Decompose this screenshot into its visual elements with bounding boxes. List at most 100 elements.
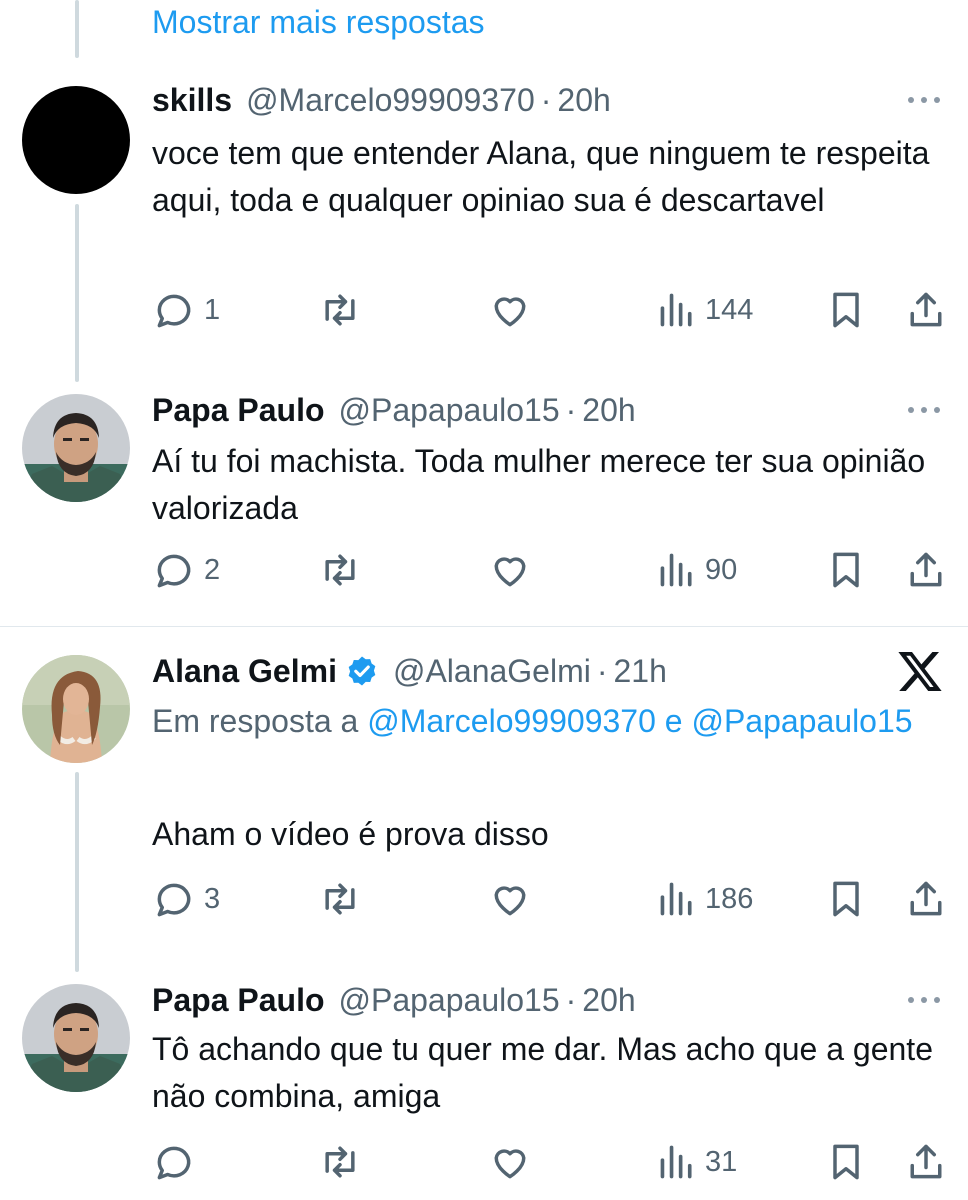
share-icon bbox=[904, 1140, 948, 1184]
tweet-header: Alana Gelmi @AlanaGelmi · 21h bbox=[152, 651, 944, 691]
reply-icon bbox=[152, 1140, 196, 1184]
bookmark-button[interactable] bbox=[824, 288, 868, 332]
reply-context: Em resposta a @Marcelo99909370 e @Papapa… bbox=[152, 695, 942, 747]
tweet-actions: 31 bbox=[152, 1140, 944, 1184]
tweet-actions: 1 144 bbox=[152, 288, 944, 332]
views-icon bbox=[657, 548, 697, 592]
avatar[interactable] bbox=[22, 394, 130, 502]
avatar[interactable] bbox=[22, 86, 130, 194]
views-button[interactable]: 144 bbox=[657, 288, 753, 332]
share-icon bbox=[904, 288, 948, 332]
avatar[interactable] bbox=[22, 984, 130, 1092]
like-button[interactable] bbox=[488, 288, 540, 332]
tweet-header: skills @Marcelo99909370 · 20h bbox=[152, 80, 944, 120]
author-name[interactable]: Papa Paulo bbox=[152, 982, 325, 1019]
author-name[interactable]: Papa Paulo bbox=[152, 392, 325, 429]
retweet-button[interactable] bbox=[318, 288, 370, 332]
separator: · bbox=[565, 391, 577, 428]
views-button[interactable]: 186 bbox=[657, 877, 753, 921]
bookmark-button[interactable] bbox=[824, 877, 868, 921]
reply-count: 3 bbox=[204, 882, 221, 915]
verified-badge-icon bbox=[345, 654, 379, 688]
bookmark-icon bbox=[824, 548, 868, 592]
heart-icon bbox=[488, 877, 532, 921]
retweet-button[interactable] bbox=[318, 548, 370, 592]
author-handle[interactable]: @Papapaulo15 bbox=[339, 392, 560, 429]
retweet-button[interactable] bbox=[318, 1140, 370, 1184]
tweet-text: Tô achando que tu quer me dar. Mas acho … bbox=[152, 1031, 933, 1114]
reply-icon bbox=[152, 548, 196, 592]
like-button[interactable] bbox=[488, 877, 540, 921]
heart-icon bbox=[488, 288, 532, 332]
reply-button[interactable]: 2 bbox=[152, 548, 220, 592]
tweet-header: Papa Paulo @Papapaulo15 · 20h bbox=[152, 390, 944, 430]
more-dots-icon[interactable] bbox=[908, 997, 944, 1003]
author-handle[interactable]: @AlanaGelmi bbox=[393, 653, 591, 690]
separator: · bbox=[596, 652, 608, 689]
retweet-icon bbox=[318, 548, 362, 592]
reply-button[interactable]: 3 bbox=[152, 877, 220, 921]
tweet[interactable]: Papa Paulo @Papapaulo15 · 20h Aí tu foi … bbox=[0, 380, 968, 620]
heart-icon bbox=[488, 548, 532, 592]
author-name[interactable]: skills bbox=[152, 82, 232, 119]
share-button[interactable] bbox=[904, 288, 948, 332]
bookmark-icon bbox=[824, 877, 868, 921]
share-icon bbox=[904, 877, 948, 921]
views-button[interactable]: 90 bbox=[657, 548, 737, 592]
share-button[interactable] bbox=[904, 877, 948, 921]
separator: · bbox=[540, 81, 552, 118]
tweet[interactable]: Papa Paulo @Papapaulo15 · 20h Tô achando… bbox=[0, 970, 968, 1200]
tweet[interactable]: skills @Marcelo99909370 · 20h voce tem q… bbox=[0, 0, 968, 380]
author-handle[interactable]: @Marcelo99909370 bbox=[246, 82, 535, 119]
tweet-text: Aí tu foi machista. Toda mulher merece t… bbox=[152, 443, 926, 526]
share-button[interactable] bbox=[904, 548, 948, 592]
bookmark-button[interactable] bbox=[824, 1140, 868, 1184]
author-handle[interactable]: @Papapaulo15 bbox=[339, 982, 560, 1019]
retweet-icon bbox=[318, 288, 362, 332]
tweet-actions: 3 186 bbox=[152, 877, 944, 921]
retweet-icon bbox=[318, 877, 362, 921]
timestamp[interactable]: 20h bbox=[582, 392, 635, 429]
reply-button[interactable] bbox=[152, 1140, 204, 1184]
x-logo-icon[interactable] bbox=[896, 647, 944, 695]
views-count: 186 bbox=[705, 882, 754, 915]
mention-link[interactable]: @Marcelo99909370 bbox=[367, 703, 656, 739]
views-count: 144 bbox=[705, 293, 754, 326]
mention-link[interactable]: @Papapaulo15 bbox=[691, 703, 912, 739]
views-count: 90 bbox=[705, 553, 738, 586]
retweet-icon bbox=[318, 1140, 362, 1184]
tweet-actions: 2 90 bbox=[152, 548, 944, 592]
share-icon bbox=[904, 548, 948, 592]
tweet-text: voce tem que entender Alana, que ninguem… bbox=[152, 135, 930, 218]
bookmark-button[interactable] bbox=[824, 548, 868, 592]
like-button[interactable] bbox=[488, 548, 540, 592]
views-count: 31 bbox=[705, 1145, 738, 1178]
tweet-text: Aham o vídeo é prova disso bbox=[152, 816, 549, 852]
reply-prefix: Em resposta a bbox=[152, 703, 359, 739]
share-button[interactable] bbox=[904, 1140, 948, 1184]
tweet[interactable]: Alana Gelmi @AlanaGelmi · 21h Em respost… bbox=[0, 627, 968, 970]
reply-icon bbox=[152, 288, 196, 332]
avatar[interactable] bbox=[22, 655, 130, 763]
more-dots-icon[interactable] bbox=[908, 97, 944, 103]
views-button[interactable]: 31 bbox=[657, 1140, 737, 1184]
reply-button[interactable]: 1 bbox=[152, 288, 220, 332]
reply-icon bbox=[152, 877, 196, 921]
reply-conjunction: e bbox=[664, 703, 683, 739]
separator: · bbox=[565, 981, 577, 1018]
retweet-button[interactable] bbox=[318, 877, 370, 921]
author-name[interactable]: Alana Gelmi bbox=[152, 653, 337, 690]
views-icon bbox=[657, 1140, 697, 1184]
bookmark-icon bbox=[824, 288, 868, 332]
like-button[interactable] bbox=[488, 1140, 540, 1184]
reply-count: 2 bbox=[204, 553, 221, 586]
timestamp[interactable]: 20h bbox=[557, 82, 610, 119]
more-dots-icon[interactable] bbox=[908, 407, 944, 413]
views-icon bbox=[657, 288, 697, 332]
reply-count: 1 bbox=[204, 293, 221, 326]
timestamp[interactable]: 21h bbox=[614, 653, 667, 690]
tweet-header: Papa Paulo @Papapaulo15 · 20h bbox=[152, 980, 944, 1020]
views-icon bbox=[657, 877, 697, 921]
bookmark-icon bbox=[824, 1140, 868, 1184]
timestamp[interactable]: 20h bbox=[582, 982, 635, 1019]
